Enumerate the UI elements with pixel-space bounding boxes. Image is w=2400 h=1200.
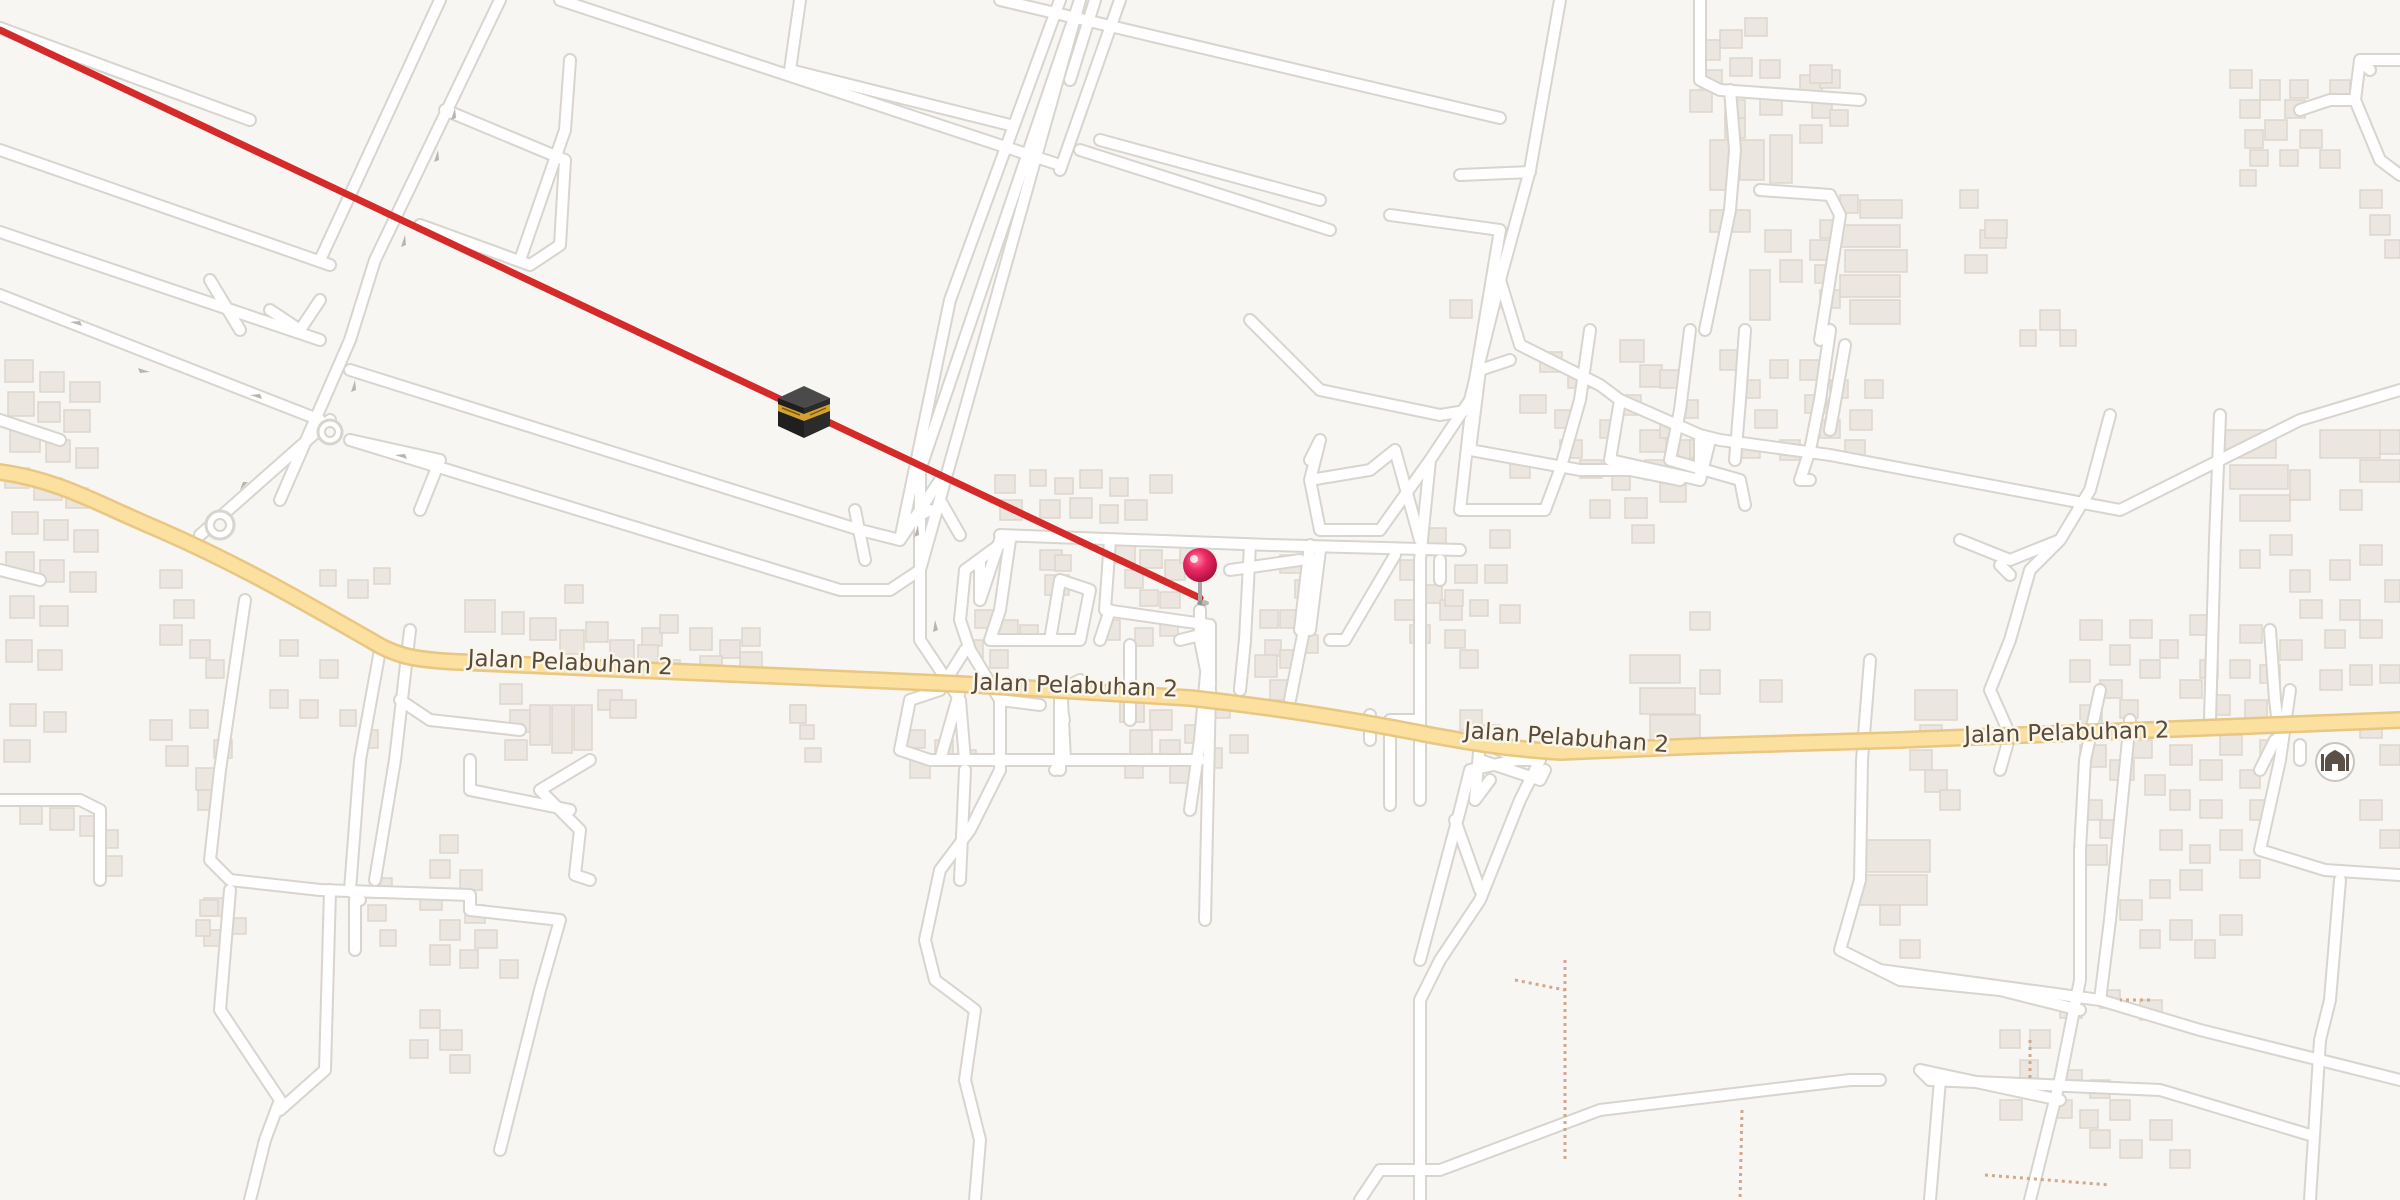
street-label-jalan-pelabuhan-2: Jalan Pelabuhan 2 (1962, 717, 2170, 748)
map-canvas[interactable]: Jalan Pelabuhan 2 Jalan Pelabuhan 2 Jala… (0, 0, 2400, 1200)
mosque-icon[interactable] (2315, 742, 2355, 782)
